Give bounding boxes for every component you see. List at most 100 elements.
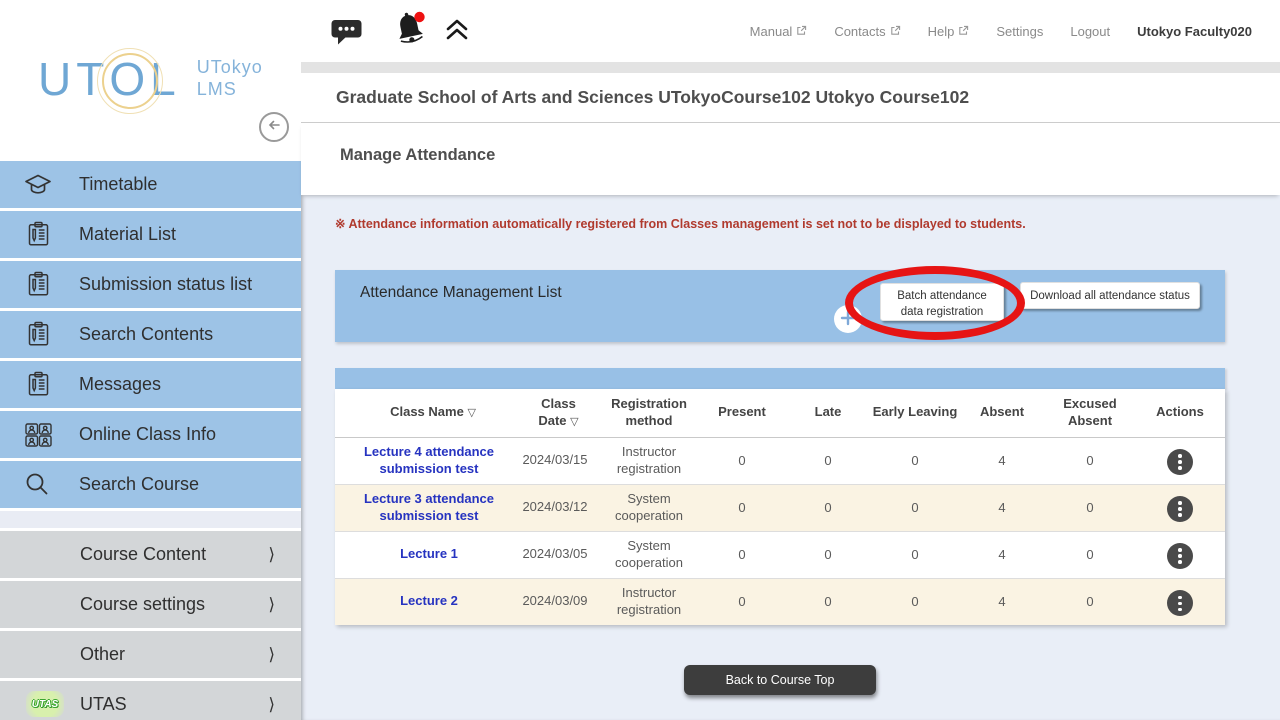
main-area: Manual Contacts Help S [301, 0, 1280, 720]
attendance-warning-note: ※ Attendance information automatically r… [335, 216, 1225, 231]
present-count: 0 [699, 578, 785, 625]
early-leaving-count: 0 [871, 531, 959, 578]
sort-desc-icon[interactable]: ▽ [467, 407, 475, 419]
class-date-cell: 2024/03/15 [511, 437, 599, 484]
column-header-late: Late [785, 389, 871, 437]
sidebar-item-label: Timetable [79, 174, 157, 195]
early-leaving-count: 0 [871, 578, 959, 625]
course-title: Graduate School of Arts and Sciences UTo… [336, 87, 969, 108]
sort-desc-icon[interactable]: ▽ [570, 416, 578, 428]
search-icon [21, 471, 55, 499]
table-header-row: Class Name ▽ Class Date ▽ Registration m… [335, 389, 1225, 437]
clipboard-icon [21, 321, 55, 348]
sidebar-item-label: UTAS [80, 694, 127, 715]
column-header-class-date[interactable]: Class Date ▽ [511, 389, 599, 437]
chevron-right-icon: ⟩ [268, 595, 275, 615]
late-count: 0 [785, 531, 871, 578]
registration-method-cell: System cooperation [599, 531, 699, 578]
collapse-topbar-icon[interactable] [444, 17, 470, 48]
back-to-course-top-button[interactable]: Back to Course Top [684, 665, 877, 695]
external-link-icon [958, 24, 969, 39]
nav-link-help[interactable]: Help [928, 24, 970, 39]
sidebar-item-search-course[interactable]: Search Course [0, 461, 301, 508]
external-link-icon [796, 24, 807, 39]
class-name-link[interactable]: Lecture 4 attendance submission test [355, 444, 503, 478]
attendance-management-panel: Attendance Management List Batch attenda… [335, 270, 1225, 342]
topbar-nav: Manual Contacts Help S [750, 0, 1252, 62]
table-row: Lecture 4 attendance submission test 202… [335, 437, 1225, 484]
course-title-bar: Graduate School of Arts and Sciences UTo… [301, 73, 1280, 123]
left-arrow-icon [266, 117, 282, 138]
sidebar-item-messages[interactable]: Messages [0, 361, 301, 408]
late-count: 0 [785, 578, 871, 625]
chat-messages-icon[interactable] [330, 17, 363, 51]
row-actions-button[interactable] [1167, 590, 1193, 616]
excused-absent-count: 0 [1045, 484, 1135, 531]
column-header-absent: Absent [959, 389, 1045, 437]
utol-lms-app: UTOL UTokyo LMS Timetable [0, 0, 1280, 720]
back-button-row: Back to Course Top [335, 665, 1225, 695]
registration-method-cell: System cooperation [599, 484, 699, 531]
nav-link-logout[interactable]: Logout [1070, 24, 1110, 39]
present-count: 0 [699, 531, 785, 578]
sidebar-item-label: Other [80, 644, 125, 665]
sidebar-item-submission-status-list[interactable]: Submission status list [0, 261, 301, 308]
sidebar-item-label: Search Contents [79, 324, 213, 345]
sidebar-collapse-button[interactable] [259, 112, 289, 142]
row-actions-button[interactable] [1167, 496, 1193, 522]
sidebar-item-label: Course Content [80, 544, 206, 565]
present-count: 0 [699, 484, 785, 531]
column-header-registration-method: Registration method [599, 389, 699, 437]
sidebar-item-label: Messages [79, 374, 161, 395]
absent-count: 4 [959, 531, 1045, 578]
notifications-bell-icon[interactable] [391, 9, 431, 56]
absent-count: 4 [959, 484, 1045, 531]
sidebar: UTOL UTokyo LMS Timetable [0, 0, 301, 720]
sidebar-item-search-contents[interactable]: Search Contents [0, 311, 301, 358]
registration-method-cell: Instructor registration [599, 437, 699, 484]
table-row: Lecture 1 2024/03/05 System cooperation … [335, 531, 1225, 578]
absent-count: 4 [959, 578, 1045, 625]
clipboard-icon [21, 371, 55, 398]
sidebar-item-other[interactable]: Other ⟩ [0, 631, 301, 678]
nav-link-manual[interactable]: Manual [750, 24, 808, 39]
chevron-right-icon: ⟩ [268, 695, 275, 715]
external-link-icon [890, 24, 901, 39]
row-actions-button[interactable] [1167, 449, 1193, 475]
present-count: 0 [699, 437, 785, 484]
late-count: 0 [785, 484, 871, 531]
topbar-divider [301, 62, 1280, 73]
utas-logo-icon: UTAS [26, 691, 64, 717]
clipboard-icon [21, 271, 55, 298]
class-name-link[interactable]: Lecture 3 attendance submission test [355, 491, 503, 525]
batch-attendance-registration-button[interactable]: Batch attendance data registration [880, 283, 1004, 321]
column-header-early-leaving: Early Leaving [871, 389, 959, 437]
download-all-attendance-button[interactable]: Download all attendance status [1020, 282, 1200, 309]
class-name-link[interactable]: Lecture 1 [400, 546, 458, 563]
sidebar-item-label: Course settings [80, 594, 205, 615]
panel-title: Attendance Management List [360, 284, 562, 302]
sidebar-item-material-list[interactable]: Material List [0, 211, 301, 258]
sidebar-item-label: Material List [79, 224, 176, 245]
class-name-link[interactable]: Lecture 2 [400, 593, 458, 610]
nav-link-contacts[interactable]: Contacts [834, 24, 900, 39]
table-top-strip [335, 368, 1225, 389]
graduation-cap-icon [21, 172, 55, 197]
sidebar-item-label: Online Class Info [79, 424, 216, 445]
sidebar-item-online-class-info[interactable]: Online Class Info [0, 411, 301, 458]
row-actions-button[interactable] [1167, 543, 1193, 569]
add-attendance-button[interactable] [834, 305, 862, 333]
sidebar-item-label: Search Course [79, 474, 199, 495]
column-header-present: Present [699, 389, 785, 437]
column-header-class-name[interactable]: Class Name ▽ [335, 389, 511, 437]
content-area: ※ Attendance information automatically r… [301, 216, 1280, 720]
sidebar-item-timetable[interactable]: Timetable [0, 161, 301, 208]
page-title: Manage Attendance [340, 146, 495, 164]
sidebar-item-course-content[interactable]: Course Content ⟩ [0, 531, 301, 578]
sidebar-item-course-settings[interactable]: Course settings ⟩ [0, 581, 301, 628]
absent-count: 4 [959, 437, 1045, 484]
topbar: Manual Contacts Help S [301, 0, 1280, 62]
nav-link-settings[interactable]: Settings [996, 24, 1043, 39]
sidebar-item-utas[interactable]: UTAS UTAS ⟩ [0, 681, 301, 720]
logo-o-ring: O [109, 52, 150, 106]
